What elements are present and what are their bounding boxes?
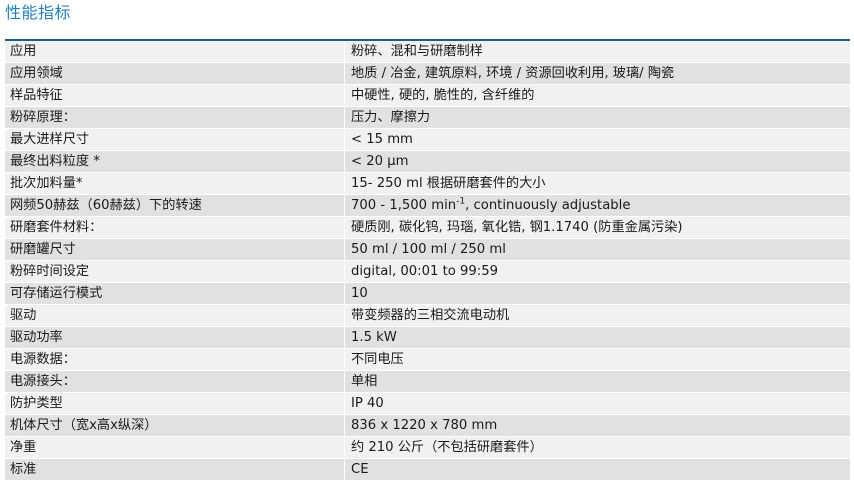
row-value: 约 210 公斤（不包括研磨套件） bbox=[344, 436, 850, 459]
speed-unit-exponent: -1 bbox=[456, 196, 466, 207]
row-label: 批次加料量* bbox=[5, 172, 345, 195]
speed-value: 700 - 1,500 min bbox=[351, 198, 457, 213]
table-row: 粉碎原理： 压力、摩擦力 bbox=[5, 106, 850, 129]
page-title: 性能指标 bbox=[5, 3, 72, 22]
row-value: IP 40 bbox=[344, 392, 850, 415]
row-label: 粉碎原理： bbox=[5, 106, 345, 129]
row-value: 粉碎、混和与研磨制样 bbox=[344, 40, 850, 63]
table-row: 粉碎时间设定 digital, 00:01 to 99:59 bbox=[5, 260, 850, 283]
row-value: 700 - 1,500 min-1, continuously adjustab… bbox=[344, 194, 850, 217]
row-label: 驱动功率 bbox=[5, 326, 345, 349]
speed-value-suffix: , continuously adjustable bbox=[465, 198, 631, 213]
row-label: 最大进样尺寸 bbox=[5, 128, 345, 151]
row-value: 15- 250 ml 根据研磨套件的大小 bbox=[344, 172, 850, 195]
row-label: 标准 bbox=[5, 458, 345, 481]
row-value: 地质 / 冶金, 建筑原料, 环境 / 资源回收利用, 玻璃/ 陶瓷 bbox=[344, 62, 850, 85]
row-value: 压力、摩擦力 bbox=[344, 106, 850, 129]
row-value: 1.5 kW bbox=[344, 326, 850, 349]
row-label: 最终出料粒度 * bbox=[5, 150, 345, 173]
row-value: 10 bbox=[344, 282, 850, 305]
table-row: 研磨罐尺寸 50 ml / 100 ml / 250 ml bbox=[5, 238, 850, 261]
table-row: 样品特征 中硬性, 硬的, 脆性的, 含纤维的 bbox=[5, 84, 850, 107]
row-value: 带变频器的三相交流电动机 bbox=[344, 304, 850, 327]
row-value: 单相 bbox=[344, 370, 850, 393]
table-row: 批次加料量* 15- 250 ml 根据研磨套件的大小 bbox=[5, 172, 850, 195]
table-row: 净重 约 210 公斤（不包括研磨套件） bbox=[5, 436, 850, 459]
table-row: 电源接头： 单相 bbox=[5, 370, 850, 393]
row-value: digital, 00:01 to 99:59 bbox=[344, 260, 850, 283]
table-row: 标准 CE bbox=[5, 458, 850, 481]
row-value: 不同电压 bbox=[344, 348, 850, 371]
row-label: 驱动 bbox=[5, 304, 345, 327]
row-label: 网频50赫兹（60赫兹）下的转速 bbox=[5, 194, 345, 217]
table-row: 应用 粉碎、混和与研磨制样 bbox=[5, 40, 850, 63]
row-label: 应用 bbox=[5, 40, 345, 63]
row-label: 电源接头： bbox=[5, 370, 345, 393]
row-label: 粉碎时间设定 bbox=[5, 260, 345, 283]
row-label: 应用领域 bbox=[5, 62, 345, 85]
table-row: 防护类型 IP 40 bbox=[5, 392, 850, 415]
row-label: 电源数据： bbox=[5, 348, 345, 371]
table-row: 驱动功率 1.5 kW bbox=[5, 326, 850, 349]
table-row: 研磨套件材料： 硬质刚, 碳化钨, 玛瑙, 氧化锆, 钢1.1740 (防重金属… bbox=[5, 216, 850, 239]
row-value: 50 ml / 100 ml / 250 ml bbox=[344, 238, 850, 261]
table-row: 最终出料粒度 * < 20 µm bbox=[5, 150, 850, 173]
row-value: < 20 µm bbox=[344, 150, 850, 173]
row-label: 净重 bbox=[5, 436, 345, 459]
table-row: 电源数据： 不同电压 bbox=[5, 348, 850, 371]
table-row: 网频50赫兹（60赫兹）下的转速 700 - 1,500 min-1, cont… bbox=[5, 194, 850, 217]
row-label: 防护类型 bbox=[5, 392, 345, 415]
row-value: < 15 mm bbox=[344, 128, 850, 151]
table-row: 应用领域 地质 / 冶金, 建筑原料, 环境 / 资源回收利用, 玻璃/ 陶瓷 bbox=[5, 62, 850, 85]
row-label: 研磨罐尺寸 bbox=[5, 238, 345, 261]
table-row: 最大进样尺寸 < 15 mm bbox=[5, 128, 850, 151]
row-value: 硬质刚, 碳化钨, 玛瑙, 氧化锆, 钢1.1740 (防重金属污染) bbox=[344, 216, 850, 239]
row-label: 研磨套件材料： bbox=[5, 216, 345, 239]
row-value: 中硬性, 硬的, 脆性的, 含纤维的 bbox=[344, 84, 850, 107]
row-value: CE bbox=[344, 458, 850, 481]
table-row: 可存储运行模式 10 bbox=[5, 282, 850, 305]
table-row: 机体尺寸（宽x高x纵深） 836 x 1220 x 780 mm bbox=[5, 414, 850, 437]
row-label: 样品特征 bbox=[5, 84, 345, 107]
table-row: 驱动 带变频器的三相交流电动机 bbox=[5, 304, 850, 327]
spec-table: 应用 粉碎、混和与研磨制样 应用领域 地质 / 冶金, 建筑原料, 环境 / 资… bbox=[5, 39, 850, 481]
row-label: 机体尺寸（宽x高x纵深） bbox=[5, 414, 345, 437]
row-value: 836 x 1220 x 780 mm bbox=[344, 414, 850, 437]
row-label: 可存储运行模式 bbox=[5, 282, 345, 305]
